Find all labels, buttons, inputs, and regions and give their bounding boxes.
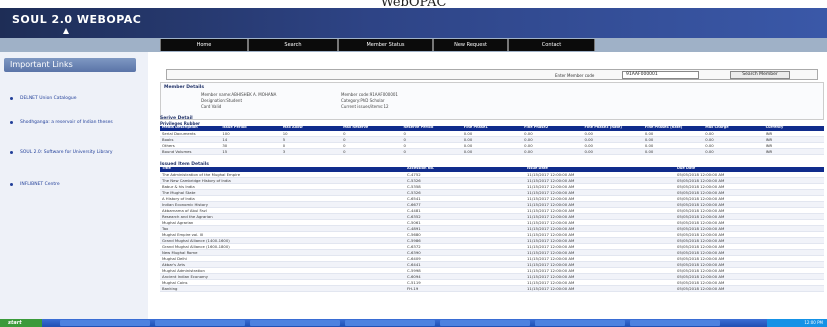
table-cell: 11/15/2017 12:00:00 AM — [525, 285, 675, 292]
service-detail-section: Serive Detail Privileges Rubber Media De… — [160, 116, 824, 155]
issued-items-section: Issued Item Details Title Accession No. Is… — [160, 162, 824, 292]
table-cell: 0.00 — [461, 148, 523, 155]
table-cell: 0 — [341, 148, 402, 155]
table-cell: Bound Volumes — [160, 148, 221, 155]
member-code: Member code:91AAF000001 — [341, 92, 398, 97]
issued-items-table: Title Accession No. Issue Date Due Date The… — [160, 167, 824, 292]
sidebar: Important Links DELNET Union Catalogue S… — [0, 52, 148, 319]
screen: WebOPAC SOUL 2.0 WEBOPAC Home Search Mem… — [0, 0, 827, 327]
os-taskbar: start 12:00 PM — [0, 319, 827, 327]
sidebar-link-label[interactable]: DELNET Union Catalogue — [20, 96, 77, 101]
issued-item-row: Banking FH-19 11/15/2017 12:00:00 AM 05/05/… — [160, 285, 824, 292]
taskbar-window-button[interactable] — [250, 320, 340, 326]
service-row: Bound Volumes 15 3 0 0 0.00 0.00 0.00 0.00 0.00 IN… — [160, 148, 824, 155]
taskbar-window-button[interactable] — [60, 320, 150, 326]
nav-member-status[interactable]: Member Status — [338, 39, 433, 51]
sidebar-link-label[interactable]: INFLIBNET Centre — [20, 182, 60, 187]
taskbar-window-button[interactable] — [440, 320, 530, 326]
table-cell: 0.00 — [703, 148, 764, 155]
table-cell: INR — [763, 148, 824, 155]
member-designation: Designation:Student — [201, 98, 243, 103]
table-cell: 3 — [280, 148, 342, 155]
sidebar-link-delnet[interactable]: DELNET Union Catalogue — [10, 96, 135, 102]
mouse-cursor-icon — [63, 28, 69, 34]
nav-home[interactable]: Home — [160, 39, 248, 51]
app-logo[interactable]: SOUL 2.0 WEBOPAC — [12, 13, 141, 26]
nav-contact[interactable]: Contact — [508, 39, 595, 51]
sidebar-link-inflibnet[interactable]: INFLIBNET Centre — [10, 182, 135, 188]
table-cell: 15 — [220, 148, 281, 155]
sidebar-link-soul[interactable]: SOUL 2.0: Software for University Librar… — [10, 150, 135, 156]
table-cell: 0 — [401, 148, 462, 155]
top-navigation: Home Search Member Status New Request Co… — [0, 38, 827, 52]
table-cell: 0.00 — [642, 148, 704, 155]
nav-new-request[interactable]: New Request — [433, 39, 508, 51]
member-current-issues: Current issues/items:12 — [341, 104, 389, 109]
bullet-icon — [10, 97, 13, 100]
system-tray-clock[interactable]: 12:00 PM — [767, 319, 827, 327]
table-cell: 0.00 — [582, 148, 643, 155]
table-cell: 05/05/2018 12:00:00 AM — [675, 285, 824, 292]
table-cell: Banking — [160, 285, 405, 292]
taskbar-window-button[interactable] — [535, 320, 625, 326]
table-cell: 0.00 — [522, 148, 583, 155]
taskbar-window-button[interactable] — [155, 320, 245, 326]
service-table-body: Serial Documents 100 10 0 0 0.00 0.00 0.00 0.00 0… — [160, 131, 824, 155]
header-banner: SOUL 2.0 WEBOPAC — [0, 8, 827, 38]
search-member-button[interactable]: Search Member — [730, 71, 790, 79]
taskbar-window-button[interactable] — [345, 320, 435, 326]
bullet-icon — [10, 121, 13, 124]
member-code-input[interactable]: 91AAF000001 — [622, 71, 699, 79]
sidebar-link-shodhganga[interactable]: Shodhganga: a reservoir of Indian theses — [10, 120, 135, 126]
member-details-panel: Member Details Member name:ABHISHEK A. M… — [160, 82, 824, 120]
start-button[interactable]: start — [0, 319, 42, 327]
taskbar-window-button[interactable] — [630, 320, 720, 326]
sidebar-link-label[interactable]: SOUL 2.0: Software for University Librar… — [20, 150, 112, 155]
main-content: Enter Member code 91AAF000001 Search Mem… — [152, 52, 827, 319]
member-details-heading: Member Details — [164, 85, 205, 90]
member-name: Member name:ABHISHEK A. MOHANA — [201, 92, 277, 97]
nav-search[interactable]: Search — [248, 39, 338, 51]
member-category: Category:PhD Scholar — [341, 98, 385, 103]
important-links-heading: Important Links — [4, 58, 136, 72]
bullet-icon — [10, 183, 13, 186]
member-code-label: Enter Member code — [555, 73, 595, 78]
member-card-status: Card Valid — [201, 104, 222, 109]
table-cell: FH-19 — [405, 285, 525, 292]
issued-table-body: The Administration of the Mughal Empire C… — [160, 172, 824, 292]
member-search-bar: Enter Member code 91AAF000001 Search Mem… — [166, 69, 818, 80]
bullet-icon — [10, 151, 13, 154]
service-table: Media Description Issue Period Max Allow Ma… — [160, 126, 824, 155]
sidebar-link-label[interactable]: Shodhganga: a reservoir of Indian theses — [20, 120, 113, 125]
